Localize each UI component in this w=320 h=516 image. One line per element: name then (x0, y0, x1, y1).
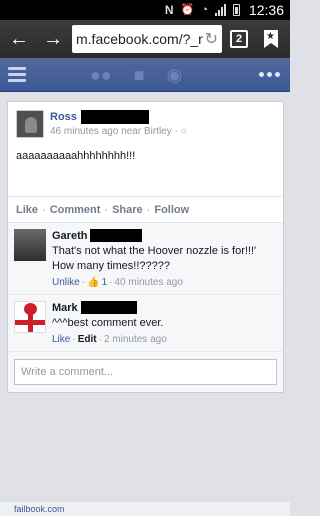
reload-icon[interactable]: ↻ (205, 29, 218, 49)
watermark: failbook.com (0, 502, 290, 516)
back-arrow-icon[interactable]: ← (4, 24, 34, 54)
status-time: 12:36 (248, 2, 284, 18)
author-avatar[interactable] (16, 110, 44, 138)
address-bar[interactable]: m.facebook.com/?_r ↻ (72, 25, 222, 53)
comment-time: 40 minutes ago (114, 277, 183, 288)
browser-toolbar: ← → m.facebook.com/?_r ↻ 2 (0, 20, 290, 58)
edit-link[interactable]: Edit (78, 334, 97, 345)
post-header: Ross 46 minutes ago near Birtley · ○ (8, 102, 283, 140)
bookmark-button[interactable] (256, 24, 286, 54)
friend-requests-icon[interactable]: ●● (90, 66, 112, 84)
redaction-bar (80, 301, 137, 314)
forward-arrow-icon[interactable]: → (38, 24, 68, 54)
tab-count: 2 (230, 30, 248, 48)
comment-time: 2 minutes ago (103, 334, 167, 345)
post-meta: 46 minutes ago near Birtley · ○ (50, 126, 187, 137)
write-comment-area: Write a comment... (8, 352, 283, 392)
menu-icon[interactable] (8, 67, 26, 82)
comment-item: Gareth That's not what the Hoover nozzle… (8, 223, 283, 295)
commenter-name[interactable]: Gareth (52, 230, 87, 242)
share-link[interactable]: Share (112, 204, 143, 216)
facebook-nav-bar: ●● ■ ◉ (0, 58, 290, 92)
bookmark-star-icon (264, 30, 278, 48)
redaction-bar (90, 229, 143, 242)
post-author[interactable]: Ross (50, 111, 77, 123)
comment-like-link[interactable]: Like (52, 334, 70, 345)
nfc-icon: N (164, 3, 174, 17)
thumbs-up-icon: 👍 (87, 277, 100, 288)
public-globe-icon: ○ (180, 126, 187, 137)
url-text[interactable]: m.facebook.com/?_r (76, 31, 205, 47)
more-options-icon[interactable] (259, 72, 280, 77)
redaction-bar (80, 110, 149, 124)
status-bar: N ⏰ ◔ 12:36 (0, 0, 290, 20)
comment-text: ^^^best comment ever. (52, 317, 164, 329)
post-card: Ross 46 minutes ago near Birtley · ○ aaa… (7, 101, 284, 393)
post-time-location: 46 minutes ago near Birtley · (50, 126, 181, 137)
post-actions: Like · Comment · Share · Follow (8, 196, 283, 222)
post-text: aaaaaaaaaahhhhhhhh!!! (16, 150, 136, 162)
commenter-name[interactable]: Mark (52, 302, 78, 314)
comments-list: Gareth That's not what the Hoover nozzle… (8, 222, 283, 392)
wifi-icon: ◔ (201, 3, 208, 16)
battery-icon (232, 4, 240, 16)
tabs-button[interactable]: 2 (226, 26, 252, 52)
unlike-link[interactable]: Unlike (52, 277, 80, 288)
notifications-globe-icon[interactable]: ◉ (167, 66, 183, 84)
signal-icon (214, 4, 226, 16)
comment-like-count[interactable]: 1 (102, 277, 108, 288)
like-link[interactable]: Like (16, 204, 38, 216)
comment-link[interactable]: Comment (50, 204, 101, 216)
comment-text: That's not what the Hoover nozzle is for… (52, 245, 257, 272)
commenter-avatar[interactable] (14, 229, 46, 261)
comment-item: Mark ^^^best comment ever. Like · Edit ·… (8, 295, 283, 352)
follow-link[interactable]: Follow (154, 204, 189, 216)
alarm-icon: ⏰ (180, 3, 195, 16)
messages-icon[interactable]: ■ (134, 66, 145, 84)
write-comment-input[interactable]: Write a comment... (14, 359, 277, 385)
commenter-avatar[interactable] (14, 301, 46, 333)
